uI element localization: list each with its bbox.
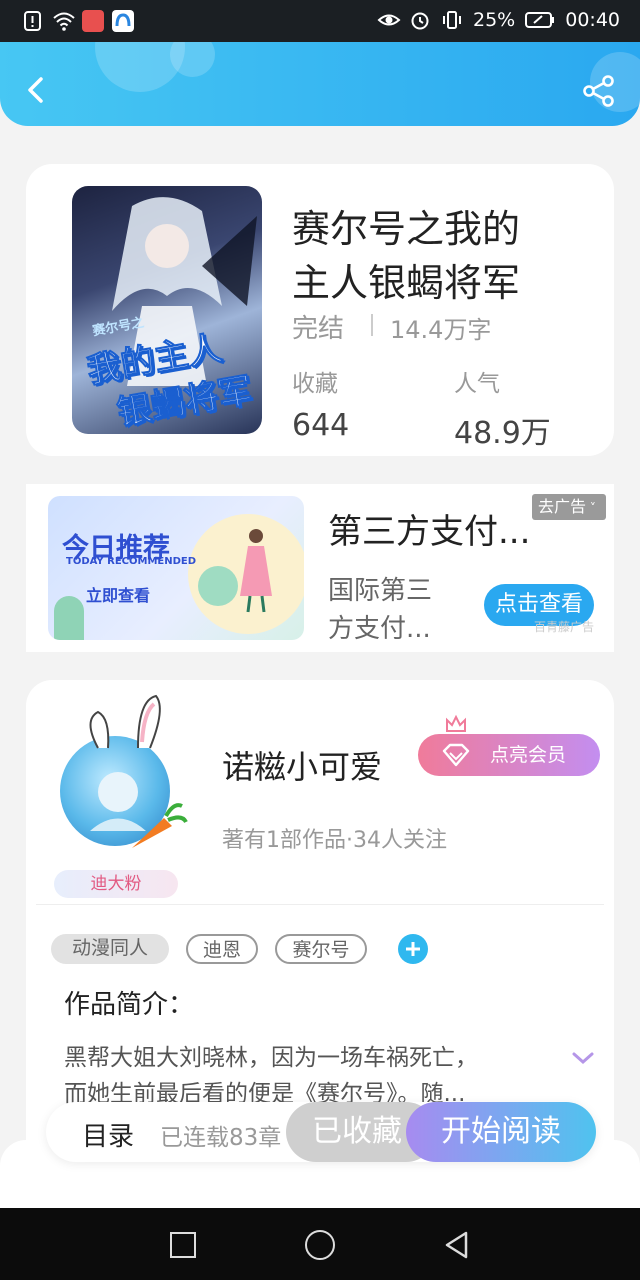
book-status: 完结: [292, 314, 345, 344]
author-stats: 著有1部作品·34人关注: [222, 828, 447, 853]
intro-line1: 黑帮大姐大刘晓林，因为一场车祸死亡，: [64, 1045, 478, 1071]
battery-percent: 25%: [473, 9, 516, 31]
app-header: [0, 42, 640, 126]
plus-icon: [406, 942, 420, 956]
share-icon: [583, 75, 614, 107]
section-divider: [36, 904, 604, 905]
favorites-label: 收藏: [292, 371, 338, 397]
start-reading-button[interactable]: 开始阅读: [406, 1102, 596, 1162]
author-name[interactable]: 诺糍小可爱: [222, 742, 382, 788]
vip-label: 点亮会员: [490, 744, 567, 766]
ad-desc-line1: 国际第三: [328, 576, 433, 606]
ad-desc-line2: 方支付...: [328, 614, 431, 644]
ad-plant: [54, 596, 84, 640]
divider: [371, 314, 373, 336]
ad-figure: [240, 529, 272, 613]
chevron-down-icon: [572, 1052, 594, 1065]
word-count: 14.4万字: [390, 316, 492, 344]
tag-label: 动漫同人: [71, 937, 148, 959]
ad-title: 第三方支付...: [328, 512, 531, 552]
ad-banner-button: 立即查看: [86, 586, 151, 605]
crown-icon: [446, 714, 466, 732]
vip-button[interactable]: 点亮会员: [418, 734, 600, 776]
book-title-line1: 赛尔号之我的: [292, 207, 521, 251]
bottom-action-bar: 目录 已连载83章 已收藏 开始阅读: [46, 1102, 596, 1162]
alarm-icon: [409, 9, 431, 31]
battery-icon: [525, 9, 555, 31]
toc-button[interactable]: 目录: [82, 1116, 134, 1153]
carrot-icon: [132, 803, 188, 848]
home-button[interactable]: [305, 1230, 335, 1260]
tag-label: 迪恩: [202, 939, 241, 961]
ad-banner-image[interactable]: 今日推荐 TODAY RECOMMENDED 立即查看: [48, 496, 304, 640]
app-notification-icon: [112, 10, 134, 32]
system-nav-bar: [0, 1208, 640, 1280]
ad-source: 百青藤广告: [534, 620, 595, 634]
chevron-down-icon: ˅: [586, 501, 596, 515]
share-button[interactable]: [580, 72, 618, 110]
app-notification-icon: [82, 10, 104, 32]
book-title-line2: 主人银蝎将军: [292, 261, 521, 305]
triangle-back-icon: [445, 1231, 468, 1259]
expand-intro-button[interactable]: [568, 1046, 598, 1070]
back-button[interactable]: [18, 72, 54, 108]
chevron-left-icon: [28, 77, 43, 103]
tag-item[interactable]: 赛尔号: [275, 934, 367, 964]
diamond-icon: [442, 743, 470, 767]
book-cover[interactable]: 赛尔号之 我的主人 银蝎将军: [72, 186, 262, 434]
ad-banner-subtitle: TODAY RECOMMENDED: [66, 556, 197, 567]
serial-status: 已连载83章: [160, 1125, 282, 1151]
toc-label: 目录: [82, 1122, 135, 1152]
tag-item[interactable]: 迪恩: [186, 934, 258, 964]
vibrate-icon: [441, 9, 463, 31]
clock: 00:40: [565, 9, 620, 31]
add-tag-button[interactable]: [398, 934, 428, 964]
recent-apps-button[interactable]: [170, 1232, 196, 1258]
eye-icon: [377, 9, 401, 31]
tag-label: 赛尔号: [292, 939, 350, 961]
remove-ad-button[interactable]: 去广告 ˅: [532, 494, 606, 520]
popularity-label: 人气: [454, 371, 500, 397]
ad-cta-label: 点击查看: [494, 592, 583, 617]
favorites-value: 644: [292, 408, 350, 443]
fan-badge-label: 迪大粉: [90, 874, 142, 894]
popularity-value: 48.9万: [454, 416, 551, 451]
ad-bush: [198, 566, 238, 606]
fan-badge: 迪大粉: [54, 870, 178, 898]
wifi-icon: [52, 10, 75, 32]
collected-label: 已收藏: [312, 1114, 402, 1149]
bunny-ears-icon: [89, 694, 161, 749]
back-nav-button[interactable]: [442, 1230, 472, 1260]
tag-item[interactable]: 动漫同人: [51, 934, 169, 964]
status-bar: 25% 00:40: [0, 0, 640, 42]
intro-heading: 作品简介：: [64, 990, 195, 1020]
remove-ad-label: 去广告: [538, 497, 587, 516]
start-reading-label: 开始阅读: [441, 1114, 561, 1149]
book-info-card: 赛尔号之 我的主人 银蝎将军 赛尔号之我的 主人银蝎将军 完结 14.4万字 收…: [26, 164, 614, 456]
alert-icon: [22, 10, 44, 32]
ad-card[interactable]: 今日推荐 TODAY RECOMMENDED 立即查看 第三方支付... 国际第…: [26, 484, 614, 652]
